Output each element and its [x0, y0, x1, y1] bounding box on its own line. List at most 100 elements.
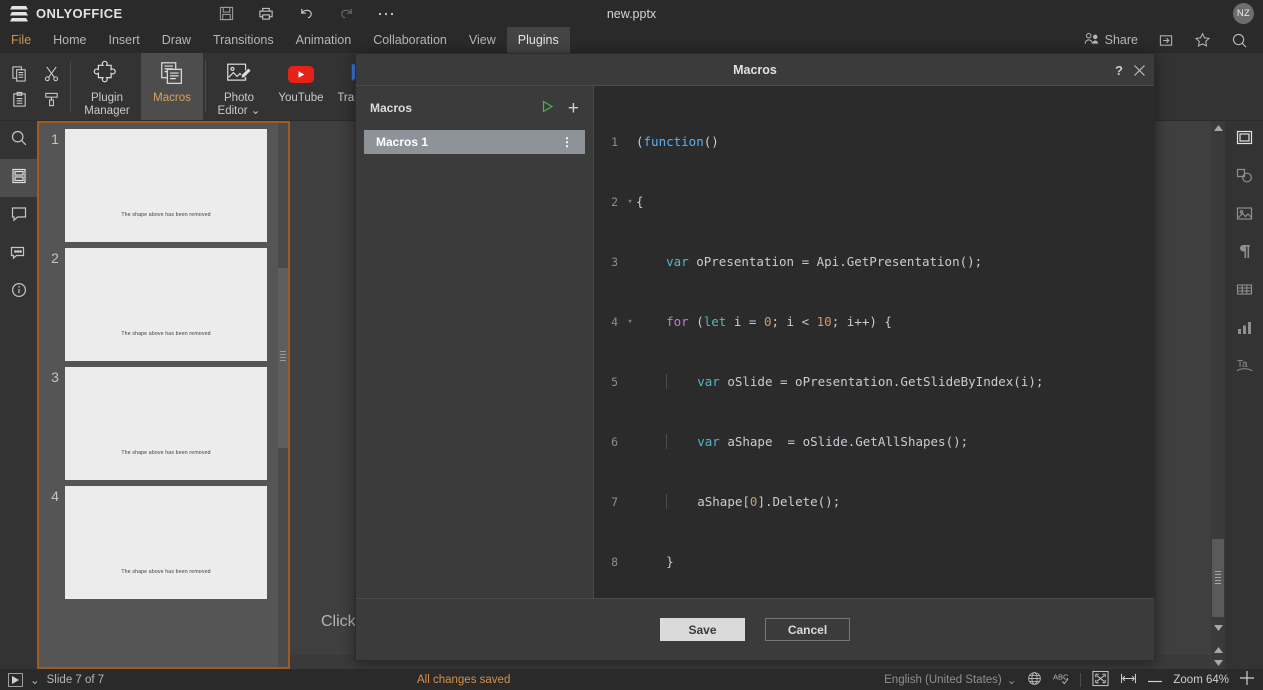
about-icon [10, 281, 28, 304]
scrollbar-grip-icon [280, 351, 286, 363]
code-line: 6 var aShape = oSlide.GetAllShapes(); [594, 432, 1154, 452]
list-item[interactable]: 1 The shape above has been removed [39, 123, 288, 242]
slide-thumbnail[interactable]: The shape above has been removed [65, 248, 267, 361]
photo-editor-icon [224, 59, 254, 89]
kebab-menu-icon[interactable]: ⋮ [561, 136, 573, 148]
print-icon[interactable] [256, 4, 276, 24]
zoom-in-icon[interactable] [1240, 671, 1254, 688]
sidebar-item-slides[interactable] [0, 159, 37, 197]
zoom-out-icon[interactable] [1148, 674, 1163, 686]
macros-button[interactable]: Macros [141, 53, 203, 120]
more-icon[interactable] [376, 4, 396, 24]
close-icon[interactable] [1133, 64, 1146, 77]
code-text: (function() [636, 134, 719, 149]
sidebar-item-about[interactable] [0, 273, 37, 311]
sidebar-item-chat[interactable] [0, 235, 37, 273]
dialog-title-bar[interactable]: Macros ? [356, 54, 1154, 86]
list-item[interactable]: 2 The shape above has been removed [39, 242, 288, 361]
sidebar-item-image-settings[interactable] [1225, 197, 1263, 235]
divider [205, 61, 206, 112]
copy-icon[interactable] [8, 63, 30, 85]
macros-dialog[interactable]: Macros ? Macros + Macros 1 ⋮ 1 (function… [355, 53, 1155, 661]
code-line: 4 ▾ for (let i = 0; i < 10; i++) { [594, 312, 1154, 332]
youtube-button[interactable]: YouTube [270, 53, 332, 120]
format-painter-icon[interactable] [40, 89, 62, 111]
tab-insert[interactable]: Insert [98, 27, 151, 53]
sidebar-item-table-settings[interactable] [1225, 273, 1263, 311]
divider [70, 61, 71, 112]
spellcheck-icon[interactable]: ABC [1053, 671, 1069, 689]
tab-animation[interactable]: Animation [285, 27, 363, 53]
code-line: 7 aShape[0].Delete(); [594, 492, 1154, 512]
sidebar-item-shape-settings[interactable] [1225, 159, 1263, 197]
photo-editor-button[interactable]: Photo Editor ⌄ [208, 53, 270, 120]
sidebar-item-chart-settings[interactable] [1225, 311, 1263, 349]
tab-collaboration[interactable]: Collaboration [362, 27, 458, 53]
fold-marker[interactable]: ▾ [624, 192, 636, 212]
left-sidebar-rail [0, 121, 37, 669]
tab-home[interactable]: Home [42, 27, 97, 53]
list-item[interactable]: 4 The shape above has been removed [39, 480, 288, 599]
run-macro-icon[interactable] [541, 100, 554, 116]
line-number: 7 [611, 495, 618, 509]
sidebar-item-search[interactable] [0, 121, 37, 159]
slide-thumbnail-panel[interactable]: 1 The shape above has been removed 2 The… [37, 121, 290, 669]
code-text: for (let i = 0; i < 10; i++) { [666, 314, 892, 329]
plugin-manager-button[interactable]: Plugin Manager [73, 53, 141, 120]
redo-icon[interactable] [336, 4, 356, 24]
photo-editor-label: Photo Editor ⌄ [217, 92, 261, 117]
globe-icon[interactable] [1027, 671, 1042, 689]
play-icon[interactable] [8, 672, 23, 687]
code-text: var oPresentation = Api.GetPresentation(… [666, 254, 983, 269]
line-number: 4 [611, 315, 618, 329]
slide-thumbnail[interactable]: The shape above has been removed [65, 367, 267, 480]
status-bar-left: ⌄ Slide 7 of 7 [0, 672, 104, 687]
share-label: Share [1104, 33, 1138, 47]
save-icon[interactable] [216, 4, 236, 24]
macro-list-actions: + [541, 99, 579, 118]
avatar[interactable]: NZ [1233, 3, 1254, 24]
slide-thumbnail[interactable]: The shape above has been removed [65, 129, 267, 242]
chevron-down-icon[interactable]: ⌄ [30, 673, 40, 687]
share-button[interactable]: Share [1075, 27, 1147, 53]
open-file-location-icon[interactable] [1149, 27, 1183, 53]
macro-code-editor[interactable]: 1 (function() 2 ▾ { 3 var oPresentation … [594, 86, 1154, 598]
tab-transitions[interactable]: Transitions [202, 27, 285, 53]
paste-icon[interactable] [8, 89, 30, 111]
language-selector[interactable]: English (United States) ⌄ [884, 673, 1016, 687]
line-number: 5 [611, 375, 618, 389]
sidebar-item-slide-settings[interactable] [1225, 121, 1263, 159]
line-number: 2 [611, 195, 618, 209]
list-item[interactable]: Macros 1 ⋮ [364, 130, 585, 154]
cut-icon[interactable] [40, 63, 62, 85]
save-button[interactable]: Save [660, 618, 745, 641]
sidebar-item-comments[interactable] [0, 197, 37, 235]
code-content[interactable]: 1 (function() 2 ▾ { 3 var oPresentation … [594, 86, 1154, 598]
undo-icon[interactable] [296, 4, 316, 24]
tab-plugins[interactable]: Plugins [506, 27, 570, 53]
help-icon[interactable]: ? [1115, 63, 1123, 78]
brand[interactable]: ONLYOFFICE [0, 5, 200, 22]
macro-list-header: Macros + [356, 86, 593, 130]
slide-thumbnail[interactable]: The shape above has been removed [65, 486, 267, 599]
scroll-down-icon[interactable] [1211, 621, 1225, 635]
scroll-up-icon[interactable] [1211, 121, 1225, 135]
text-art-settings-icon: Ta [1234, 356, 1255, 381]
zoom-level[interactable]: Zoom 64% [1173, 674, 1229, 686]
code-text: aShape[0].Delete(); [666, 494, 841, 509]
star-icon[interactable] [1185, 27, 1220, 53]
fold-marker[interactable]: ▾ [624, 312, 636, 332]
tab-file[interactable]: File [0, 27, 42, 53]
fit-width-icon[interactable] [1120, 672, 1137, 688]
tab-draw[interactable]: Draw [151, 27, 202, 53]
tab-view[interactable]: View [458, 27, 507, 53]
sidebar-item-text-art-settings[interactable]: Ta [1225, 349, 1263, 387]
sidebar-item-paragraph-settings[interactable] [1225, 235, 1263, 273]
vertical-scrollbar[interactable] [1211, 121, 1225, 669]
add-macro-icon[interactable]: + [568, 99, 579, 118]
cancel-button[interactable]: Cancel [765, 618, 850, 641]
thumbnail-scrollbar[interactable] [278, 123, 288, 667]
list-item[interactable]: 3 The shape above has been removed [39, 361, 288, 480]
search-icon[interactable] [1222, 27, 1257, 53]
fit-slide-icon[interactable] [1092, 670, 1109, 690]
